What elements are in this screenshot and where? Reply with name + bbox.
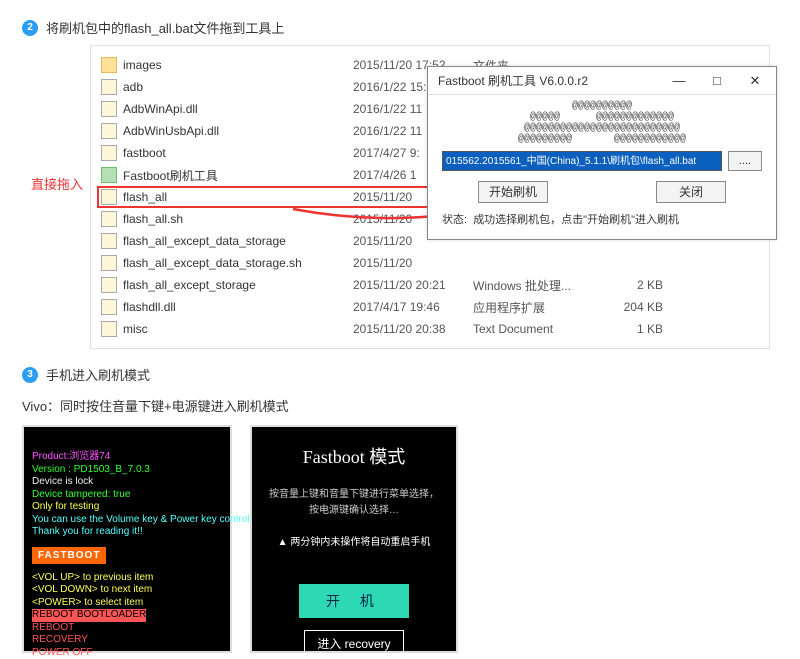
power-on-button[interactable]: 开 机 (299, 584, 409, 618)
step-3-header: 3 手机进入刷机模式 (22, 365, 800, 384)
close-button[interactable]: 关闭 (656, 181, 726, 203)
file-name: Fastboot刷机工具 (123, 167, 353, 184)
auto-reboot-warning: ▲ 两分钟内未操作将自动重启手机 (252, 533, 456, 548)
file-name: adb (123, 80, 353, 94)
ascii-logo: @@@@@@@@@@ @@@@@ @@@@@@@@@@@@@ @@@@@@@@@… (442, 101, 762, 145)
file-row-misc[interactable]: misc2015/11/20 20:38Text Document1 KB (101, 318, 759, 340)
file-icon (101, 101, 117, 117)
file-name: AdbWinApi.dll (123, 102, 353, 116)
browse-button[interactable]: .... (728, 151, 762, 171)
drag-hint-label: 直接拖入 (31, 174, 83, 193)
enter-recovery-button[interactable]: 进入 recovery (304, 630, 403, 657)
file-icon (101, 277, 117, 293)
file-size: 1 KB (603, 322, 663, 336)
step-3-text: 手机进入刷机模式 (46, 365, 150, 384)
file-name: flash_all_except_data_storage (123, 234, 353, 248)
file-name: flashdll.dll (123, 300, 353, 314)
file-explorer: 直接拖入 images2015/11/20 17:52文件夹adb2016/1/… (90, 45, 770, 349)
file-name: flash_all (123, 190, 353, 204)
step-2-header: 2 将刷机包中的flash_all.bat文件拖到工具上 (22, 18, 800, 37)
status-line: 状态: 成功选择刷机包，点击"开始刷机"进入刷机 (442, 211, 762, 227)
file-name: AdbWinUsbApi.dll (123, 124, 353, 138)
file-size: 2 KB (603, 278, 663, 292)
file-date: 2015/11/20 20:38 (353, 322, 473, 336)
file-date: 2017/4/17 19:46 (353, 300, 473, 314)
file-date: 2015/11/20 (353, 256, 473, 270)
fastboot-tool-window: Fastboot 刷机工具 V6.0.0.r2 — □ ✕ @@@@@@@@@@… (427, 66, 777, 240)
start-flash-button[interactable]: 开始刷机 (478, 181, 548, 203)
file-size: 204 KB (603, 300, 663, 314)
window-title: Fastboot 刷机工具 V6.0.0.r2 (438, 72, 588, 89)
file-name: fastboot (123, 146, 353, 160)
vivo-instruction: Vivo：同时按住音量下键+电源键进入刷机模式 (22, 396, 800, 415)
file-icon (101, 233, 117, 249)
file-icon (101, 123, 117, 139)
step-3-bullet: 3 (22, 367, 38, 383)
file-icon (101, 299, 117, 315)
file-icon (101, 79, 117, 95)
file-row-flashdll.dll[interactable]: flashdll.dll2017/4/17 19:46应用程序扩展204 KB (101, 296, 759, 318)
file-icon (101, 167, 117, 183)
phone-fastboot-mode-screen: Fastboot 模式 按音量上键和音量下键进行菜单选择， 按电源键确认选择… … (250, 425, 458, 653)
fastboot-mode-title: Fastboot 模式 (252, 443, 456, 469)
file-name: flash_all_except_data_storage.sh (123, 256, 353, 270)
file-icon (101, 255, 117, 271)
close-x-button[interactable]: ✕ (740, 73, 770, 89)
file-row-flash_all_except_storage[interactable]: flash_all_except_storage2015/11/20 20:21… (101, 274, 759, 296)
file-name: flash_all.sh (123, 212, 353, 226)
file-type: Text Document (473, 322, 603, 336)
step-2-bullet: 2 (22, 20, 38, 36)
minimize-button[interactable]: — (664, 73, 694, 89)
file-icon (101, 211, 117, 227)
file-type: Windows 批处理... (473, 277, 603, 294)
file-icon (101, 189, 117, 205)
file-date: 2015/11/20 20:21 (353, 278, 473, 292)
file-name: images (123, 58, 353, 72)
phone-screenshots: Product:浏览器74 Version : PD1503_B_7.0.3 D… (22, 425, 800, 653)
step-2-text: 将刷机包中的flash_all.bat文件拖到工具上 (46, 18, 284, 37)
fastboot-logo: FASTBOOT (32, 547, 106, 564)
file-name: misc (123, 322, 353, 336)
window-titlebar: Fastboot 刷机工具 V6.0.0.r2 — □ ✕ (428, 67, 776, 95)
package-path-input[interactable]: 015562.2015561_中国(China)_5.1.1\刷机包\flash… (442, 151, 722, 171)
maximize-button[interactable]: □ (702, 73, 732, 89)
file-name: flash_all_except_storage (123, 278, 353, 292)
file-row-flash_all_except_data_storage.sh[interactable]: flash_all_except_data_storage.sh2015/11/… (101, 252, 759, 274)
file-icon (101, 145, 117, 161)
folder-icon (101, 57, 117, 73)
file-type: 应用程序扩展 (473, 299, 603, 316)
file-icon (101, 321, 117, 337)
phone-bootloader-screen: Product:浏览器74 Version : PD1503_B_7.0.3 D… (22, 425, 232, 653)
